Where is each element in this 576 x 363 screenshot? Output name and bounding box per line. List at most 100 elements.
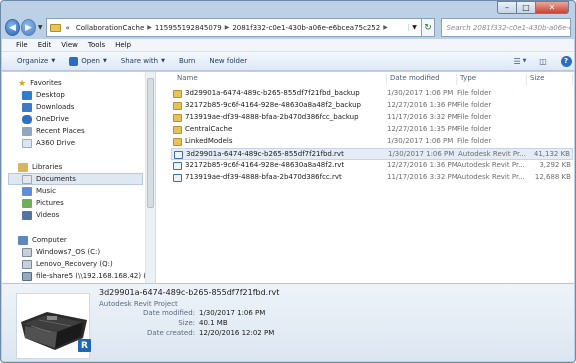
recent-pages-dropdown[interactable]: ▼ <box>38 24 43 31</box>
address-dropdown[interactable]: ▼ <box>407 24 421 31</box>
documents-icon <box>22 174 32 184</box>
folder-icon <box>173 90 182 98</box>
folder-icon <box>49 23 61 32</box>
breadcrumb-item[interactable]: 1159551928450​79 <box>155 24 222 32</box>
column-header-size[interactable]: Size <box>527 74 573 85</box>
file-name: 713919ae-df39-4888-bfaa-2b470d386fcc_bac… <box>185 113 359 121</box>
nav-recent-places[interactable]: Recent Places <box>2 125 85 137</box>
chevron-right-icon[interactable]: ▶ <box>383 24 388 31</box>
search-input[interactable]: Search 2081f332-c0e1-430b-a06e-e6b... ⚲ <box>441 18 571 37</box>
preview-pane-button[interactable]: ◫ <box>535 55 551 68</box>
address-bar[interactable]: « CollaborationCache ▶ 1159551928450​79 … <box>45 18 422 37</box>
open-button[interactable]: Open ▼ <box>69 56 107 66</box>
file-row[interactable]: 3d29901a-6474-489c-b265-855df7f21fbd.rvt… <box>171 148 573 160</box>
nav-documents[interactable]: Documents <box>8 173 143 185</box>
column-header-type[interactable]: Type <box>457 74 527 85</box>
nav-label: Recent Places <box>36 127 85 135</box>
nav-desktop[interactable]: Desktop <box>2 89 65 101</box>
forward-arrow-icon: ▶ <box>24 22 32 33</box>
nav-pictures[interactable]: Pictures <box>2 197 64 209</box>
music-icon <box>22 186 32 196</box>
menu-view[interactable]: View <box>61 41 78 49</box>
column-header-label: Date modified <box>390 74 440 82</box>
folder-row[interactable]: 3d29901a-6474-489c-b265-855df7f21fbd_bac… <box>171 88 573 100</box>
forward-button[interactable]: ▶ <box>20 19 36 36</box>
file-row[interactable]: 32172b85-9c6f-4164-928e-48630a8a48f2.rvt… <box>171 160 573 172</box>
nav-scrollbar[interactable] <box>145 72 155 283</box>
column-header-modified[interactable]: Date modified <box>387 74 457 85</box>
nav-a360-drive[interactable]: A360 Drive <box>2 137 75 149</box>
minimize-button[interactable]: – <box>497 1 516 14</box>
burn-button[interactable]: Burn <box>179 57 195 65</box>
chevron-down-icon: ▼ <box>161 58 165 64</box>
back-button[interactable]: ◀ <box>5 19 20 36</box>
menu-edit[interactable]: Edit <box>38 41 52 49</box>
nav-downloads[interactable]: Downloads <box>2 101 74 113</box>
computer-icon <box>18 235 28 245</box>
menu-tools[interactable]: Tools <box>88 41 105 49</box>
details-filetype: Autodesk Revit Project <box>99 300 178 308</box>
help-button[interactable]: ? <box>558 55 574 68</box>
chevron-right-icon[interactable]: ▶ <box>147 24 152 31</box>
breadcrumb-item[interactable]: 2081f332-c0e1-430b-a06e-e6bcea75c252 <box>232 24 380 32</box>
nav-label: Windows7_OS (C:) <box>36 248 101 256</box>
nav-drive-q[interactable]: Lenovo_Recovery (Q:) <box>2 258 113 270</box>
file-name: 32172b85-9c6f-4164-928e-48630a8a48f2_bac… <box>185 101 361 109</box>
file-type: Autodesk Revit Pr... <box>457 161 525 169</box>
menu-file[interactable]: File <box>16 41 28 49</box>
cloud-icon <box>22 114 32 124</box>
refresh-icon: ↻ <box>424 22 432 33</box>
explorer-window: – □ ✕ ◀ ▶ ▼ « CollaborationCache ▶ 11595… <box>0 0 576 363</box>
column-header-name[interactable]: Name <box>174 74 387 85</box>
refresh-button[interactable]: ↻ <box>421 18 436 37</box>
nav-label: Desktop <box>36 91 65 99</box>
details-filename: 3d29901a-6474-489c-b265-855df7f21fbd.rvt <box>99 288 280 297</box>
folder-row[interactable]: 32172b85-9c6f-4164-928e-48630a8a48f2_bac… <box>171 100 573 112</box>
maximize-button[interactable]: □ <box>516 1 535 14</box>
nav-onedrive[interactable]: OneDrive <box>2 113 69 125</box>
file-name: 3d29901a-6474-489c-b265-855df7f21fbd.rvt <box>186 150 344 158</box>
file-row[interactable]: 713919ae-df39-4888-bfaa-2b470d386fcc.rvt… <box>171 172 573 184</box>
organize-label: Organize <box>17 57 49 65</box>
open-icon <box>69 56 79 66</box>
breadcrumb-overflow[interactable]: « <box>66 24 70 32</box>
view-options-button[interactable]: ☰ ▼ <box>512 55 528 68</box>
menu-bar: File Edit View Tools Help <box>2 39 574 52</box>
chevron-down-icon: ▼ <box>102 58 107 64</box>
nav-computer[interactable]: Computer <box>2 234 67 246</box>
folder-row[interactable]: 713919ae-df39-4888-bfaa-2b470d386fcc_bac… <box>171 112 573 124</box>
nav-scrollbar-thumb[interactable] <box>147 78 154 208</box>
nav-libraries[interactable]: Libraries <box>2 161 62 173</box>
file-modified: 12/27/2016 1:36 PM <box>387 161 458 169</box>
revit-file-icon <box>173 174 182 182</box>
nav-label: Computer <box>32 236 67 244</box>
file-modified: 1/30/2017 1:06 PM <box>387 137 454 145</box>
file-type: File folder <box>457 125 492 133</box>
details-label: Date created: <box>147 329 195 337</box>
nav-music[interactable]: Music <box>2 185 56 197</box>
details-size: Size: 40.1 MB <box>2 319 576 329</box>
nav-favorites[interactable]: ★ Favorites <box>2 77 62 89</box>
menu-help[interactable]: Help <box>115 41 131 49</box>
share-with-button[interactable]: Share with ▼ <box>121 57 165 65</box>
nav-label: A360 Drive <box>36 139 76 147</box>
view-controls: ☰ ▼ ◫ ? <box>505 55 574 68</box>
folder-row[interactable]: LinkedModels 1/30/2017 1:06 PM File folder <box>171 136 573 148</box>
organize-button[interactable]: Organize ▼ <box>17 57 55 65</box>
file-name: LinkedModels <box>185 137 233 145</box>
new-folder-button[interactable]: New folder <box>209 57 247 65</box>
nav-drive-z[interactable]: file-share5 (\\192.168.168.42) (Z:) <box>2 270 155 282</box>
file-modified: 1/30/2017 1:06 PM <box>388 150 455 158</box>
nav-label: Downloads <box>36 103 75 111</box>
folder-row[interactable]: CentralCache 12/27/2016 1:35 PM File folde… <box>171 124 573 136</box>
breadcrumb-item[interactable]: CollaborationCache <box>76 24 144 32</box>
chevron-right-icon[interactable]: ▶ <box>225 24 230 31</box>
star-icon: ★ <box>18 78 27 89</box>
nav-videos[interactable]: Videos <box>2 209 59 221</box>
nav-drive-c[interactable]: Windows7_OS (C:) <box>2 246 100 258</box>
close-button[interactable]: ✕ <box>535 1 569 14</box>
preview-pane-icon: ◫ <box>539 56 547 66</box>
details-modified: Date modified: 1/30/2017 1:06 PM <box>2 309 576 319</box>
videos-icon <box>22 210 32 220</box>
file-modified: 11/17/2016 3:32 PM <box>387 113 458 121</box>
